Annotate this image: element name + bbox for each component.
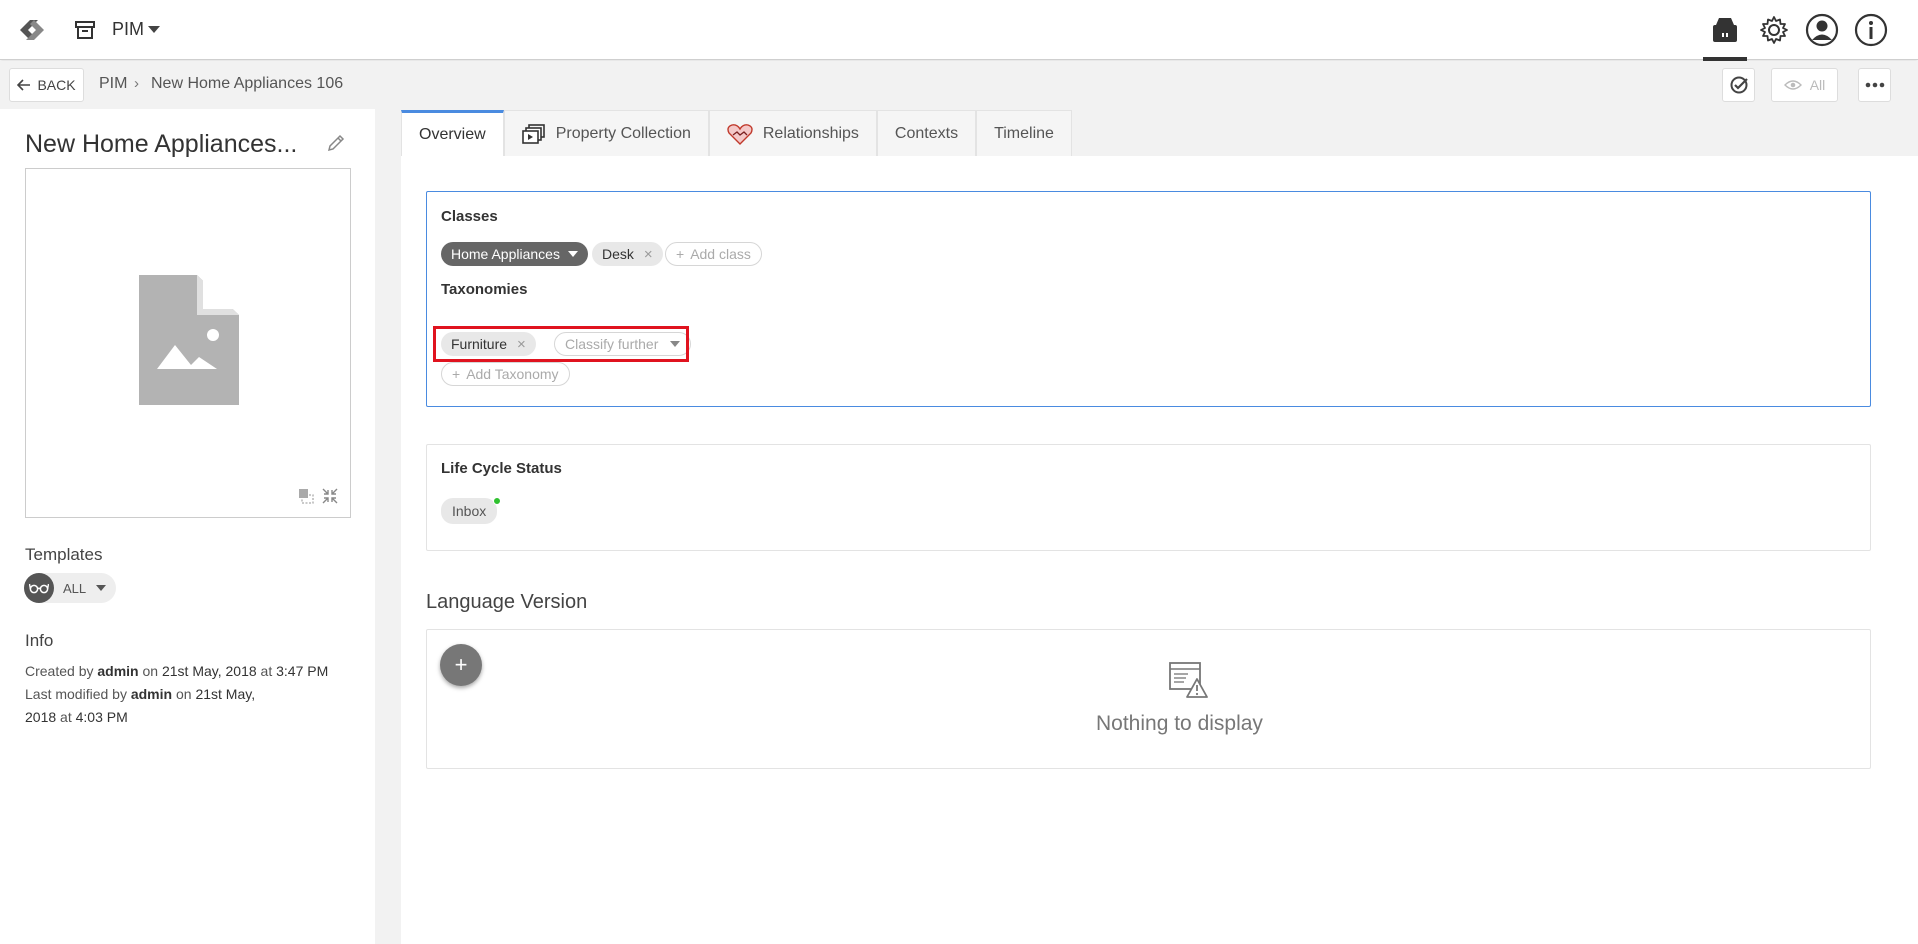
entity-image — [25, 168, 351, 518]
collapse-icon[interactable] — [321, 487, 339, 505]
top-bar: PIM — [0, 0, 1918, 61]
tab-contexts[interactable]: Contexts — [876, 110, 977, 156]
pencil-icon[interactable] — [325, 132, 347, 154]
handshake-heart-icon — [727, 123, 753, 145]
language-version-card — [426, 629, 1871, 769]
image-placeholder-icon — [139, 275, 239, 410]
language-version-heading: Language Version — [426, 591, 588, 613]
created-by-user[interactable]: admin — [97, 663, 138, 679]
check-button[interactable] — [1722, 68, 1755, 102]
add-taxonomy-button[interactable]: + Add Taxonomy — [441, 362, 570, 386]
highlight-box — [433, 326, 689, 362]
chevron-down-icon[interactable] — [567, 251, 578, 257]
class-chip-home-appliances[interactable]: Home Appliances — [441, 242, 588, 266]
template-selector[interactable]: ALL — [24, 573, 116, 603]
classes-taxonomies-card: Classes Taxonomies — [426, 191, 1871, 407]
tab-overview[interactable]: Overview — [401, 110, 504, 156]
tab-timeline[interactable]: Timeline — [976, 110, 1072, 156]
class-chip-desk[interactable]: Desk × — [592, 242, 663, 266]
inventory-icon[interactable] — [1703, 10, 1747, 61]
logo-icon[interactable] — [8, 10, 56, 50]
breadcrumb-pim[interactable]: PIM — [99, 75, 127, 93]
module-label[interactable]: PIM — [112, 19, 144, 40]
breadcrumb-separator-icon: › — [134, 75, 139, 92]
user-icon[interactable] — [1802, 10, 1842, 50]
view-all-button[interactable]: All — [1771, 68, 1838, 102]
chevron-down-icon — [96, 585, 107, 591]
view-all-label: All — [1809, 77, 1826, 93]
lifecycle-status-chip[interactable]: Inbox — [441, 498, 498, 524]
gear-icon[interactable] — [1754, 10, 1794, 50]
modified-by-user[interactable]: admin — [131, 686, 172, 702]
taxonomies-heading: Taxonomies — [441, 281, 528, 298]
tab-property-collection[interactable]: Property Collection — [503, 110, 709, 156]
tab-relationships[interactable]: Relationships — [708, 110, 877, 156]
more-button[interactable] — [1858, 68, 1891, 102]
modified-info: Last modified by admin on 21st May, — [25, 686, 256, 702]
arrow-left-icon — [17, 79, 31, 91]
add-language-button[interactable]: + — [440, 644, 482, 686]
crop-icon[interactable] — [297, 487, 315, 505]
property-collection-icon — [521, 123, 545, 144]
add-class-button[interactable]: + Add class — [665, 242, 762, 266]
chevron-down-icon[interactable] — [148, 26, 160, 33]
close-icon[interactable]: × — [644, 246, 653, 263]
empty-state-icon — [1168, 661, 1208, 704]
empty-state-text: Nothing to display — [1096, 712, 1263, 735]
created-info: Created by admin on 21st May, 2018 at 3:… — [25, 663, 329, 679]
eye-icon — [1783, 80, 1802, 90]
entity-title: New Home Appliances... — [25, 130, 298, 158]
plus-icon: + — [452, 366, 461, 382]
info-label: Info — [25, 631, 54, 650]
lifecycle-heading: Life Cycle Status — [441, 460, 562, 477]
tab-bar: Overview Property Collection Relationshi… — [401, 110, 1072, 156]
info-icon[interactable] — [1851, 10, 1891, 50]
status-dot-icon — [493, 497, 501, 505]
plus-icon: + — [454, 652, 468, 677]
classes-heading: Classes — [441, 208, 498, 225]
check-circle-icon — [1730, 76, 1748, 94]
glasses-icon — [24, 573, 54, 603]
plus-icon: + — [676, 246, 685, 262]
breadcrumb-current: New Home Appliances 106 — [151, 75, 344, 92]
modified-info-line2: 2018 at 4:03 PM — [25, 709, 128, 725]
more-dots-icon — [1865, 82, 1884, 88]
lifecycle-card: Life Cycle Status — [426, 444, 1871, 551]
back-button[interactable]: BACK — [9, 68, 84, 102]
archive-icon[interactable] — [74, 19, 96, 41]
back-label: BACK — [37, 77, 76, 93]
template-chip-label: ALL — [63, 580, 87, 596]
templates-label: Templates — [25, 545, 103, 564]
